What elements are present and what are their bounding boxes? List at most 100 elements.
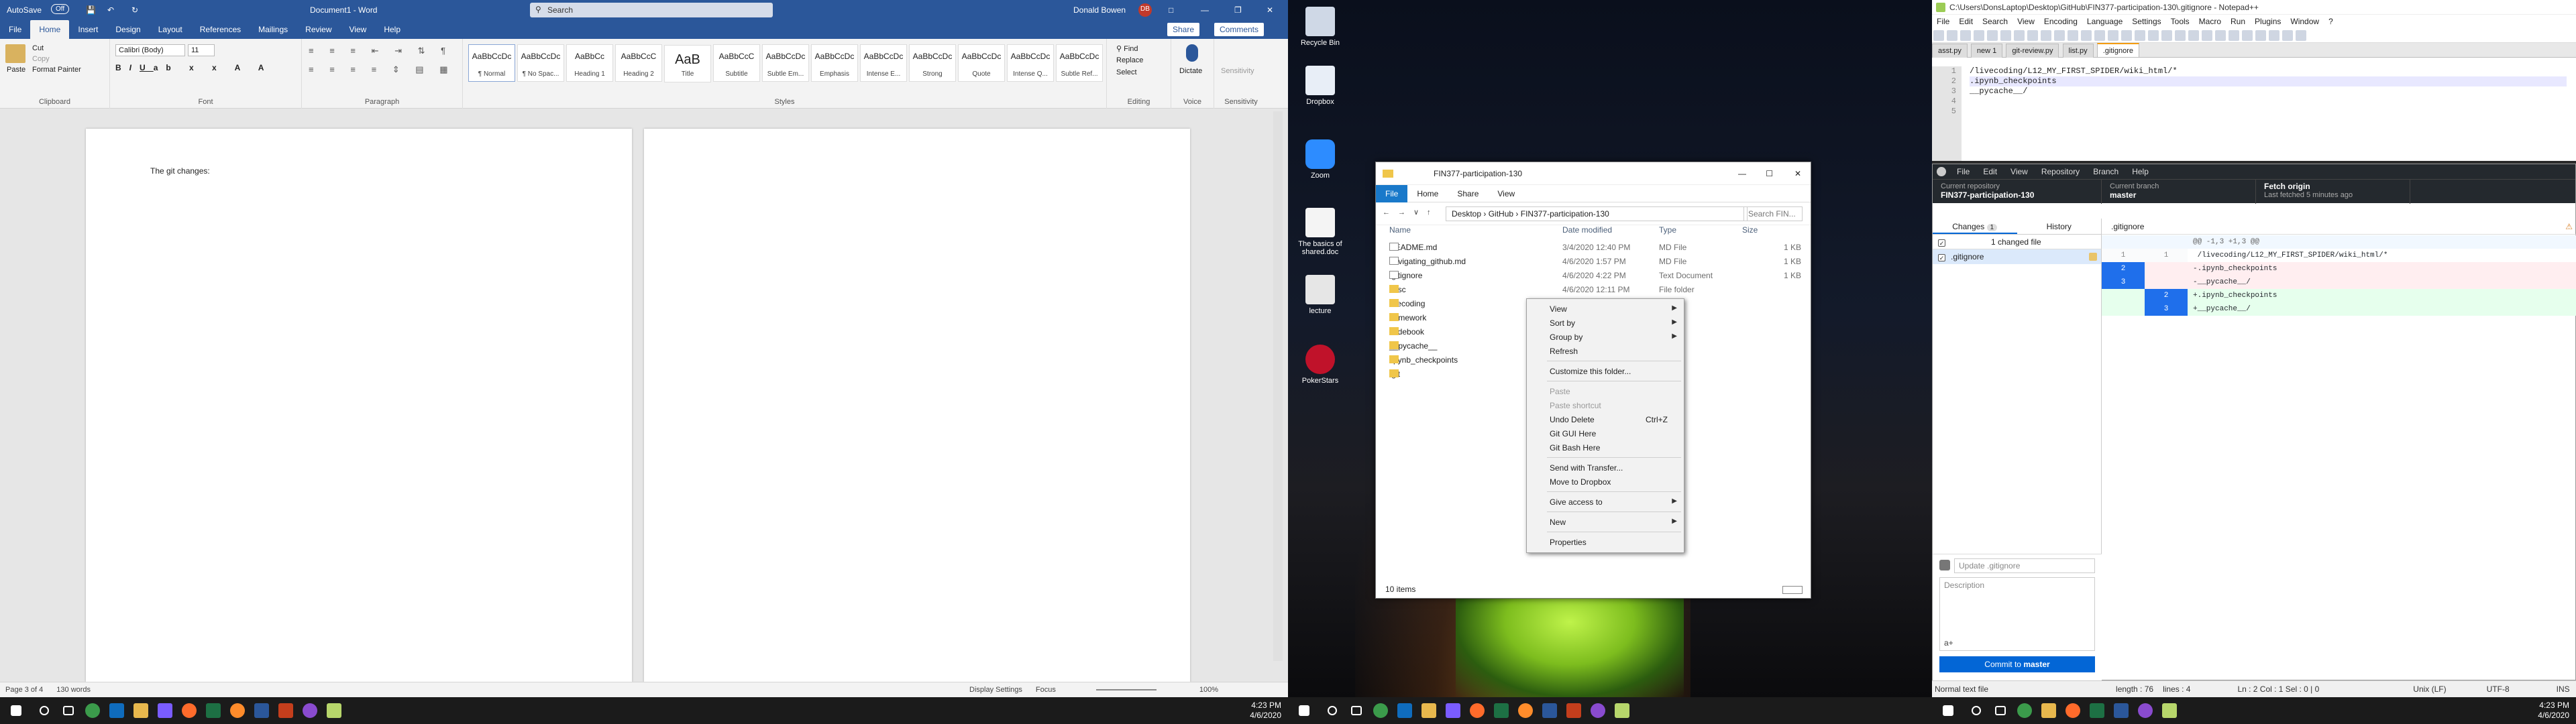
font-format-buttons[interactable]: BIUab x x A A <box>115 63 272 72</box>
npp-menu-macro[interactable]: Macro <box>2194 17 2226 26</box>
col-date[interactable]: Date modified <box>1562 225 1612 235</box>
current-repo-button[interactable]: Current repository FIN377-participation-1… <box>1933 180 2102 204</box>
gh-menu-branch[interactable]: Branch <box>2086 167 2125 176</box>
select-all-checkbox[interactable]: ✓ <box>1938 239 1945 247</box>
task-view-icon[interactable] <box>56 697 80 724</box>
gh-menu-help[interactable]: Help <box>2125 167 2155 176</box>
npp-menu-search[interactable]: Search <box>1978 17 2012 26</box>
chrome-icon[interactable] <box>80 697 105 724</box>
comments-button[interactable]: Comments <box>1214 23 1265 36</box>
document-canvas[interactable]: The git changes: <box>0 109 1288 682</box>
col-size[interactable]: Size <box>1742 225 1758 235</box>
align-buttons[interactable]: ≡ ≡ ≡ ≡ ⇕ ▤ ▦ <box>309 64 454 75</box>
start-icon[interactable] <box>0 697 32 724</box>
select-button[interactable]: Select <box>1116 68 1137 76</box>
context-menu-item[interactable]: Give access to ▶ <box>1527 495 1684 509</box>
menu-mailings[interactable]: Mailings <box>250 25 297 34</box>
breadcrumb-repo[interactable]: FIN377-participation-130 <box>1521 209 1609 219</box>
save-icon[interactable]: 💾 <box>86 5 96 15</box>
chrome-icon[interactable] <box>1368 697 1393 724</box>
firefox2-icon[interactable] <box>1513 697 1538 724</box>
start-icon[interactable] <box>1288 697 1320 724</box>
tab-history[interactable]: History <box>2017 219 2102 234</box>
commit-button[interactable]: Commit to master <box>1939 656 2095 672</box>
zoom-slider[interactable] <box>1095 689 1157 690</box>
npp-menu-plugins[interactable]: Plugins <box>2250 17 2286 26</box>
format-painter-button[interactable]: Format Painter <box>32 66 81 74</box>
file-row[interactable]: navigating_github.md 4/6/2020 1:57 PM MD F… <box>1376 257 1811 271</box>
doc-file-icon[interactable]: The basics of shared.doc <box>1296 208 1344 256</box>
context-menu-item[interactable]: Sort by ▶ <box>1527 316 1684 330</box>
npp-tab[interactable]: list.py <box>2062 44 2094 58</box>
style-8[interactable]: AaBbCcDc Intense E... <box>860 44 907 82</box>
context-menu-item[interactable]: View ▶ <box>1527 302 1684 316</box>
minimize-icon[interactable]: — <box>1738 169 1746 178</box>
style-2[interactable]: AaBbCc Heading 1 <box>566 44 613 82</box>
outlook-icon[interactable] <box>105 697 129 724</box>
explorer-icon[interactable] <box>2037 697 2061 724</box>
context-menu-item[interactable]: Undo Delete Ctrl+Z <box>1527 412 1684 426</box>
style-9[interactable]: AaBbCcDc Strong <box>909 44 956 82</box>
powerpoint-icon[interactable] <box>1562 697 1586 724</box>
ribbon-display-icon[interactable]: □ <box>1169 5 1173 15</box>
clock[interactable]: 4:23 PM 4/6/2020 <box>1250 701 1281 721</box>
menu-design[interactable]: Design <box>107 25 149 34</box>
github-desktop-icon[interactable] <box>298 697 322 724</box>
search-icon[interactable] <box>1320 697 1344 724</box>
context-menu-item[interactable]: Customize this folder... <box>1527 364 1684 378</box>
dropbox-icon[interactable]: Dropbox <box>1296 66 1344 106</box>
diff-line-add[interactable]: 2 +.ipynb_checkpoints <box>2102 289 2576 302</box>
maximize-icon[interactable]: ☐ <box>1766 169 1773 178</box>
context-menu-item[interactable]: New ▶ <box>1527 515 1684 529</box>
word-icon[interactable] <box>2109 697 2133 724</box>
search-icon[interactable] <box>32 697 56 724</box>
firefox-icon[interactable] <box>2061 697 2085 724</box>
context-menu-item[interactable]: Refresh <box>1527 344 1684 358</box>
zoom-icon[interactable]: Zoom <box>1296 139 1344 180</box>
explorer-icon[interactable] <box>1417 697 1441 724</box>
menu-review[interactable]: Review <box>297 25 340 34</box>
style-4[interactable]: AaB Title <box>664 45 711 82</box>
tab-changes[interactable]: Changes 1 <box>1933 219 2017 234</box>
select-all-row[interactable]: ✓ 1 changed file <box>1933 235 2101 249</box>
menu-home[interactable]: Home <box>30 20 70 39</box>
github-desktop-icon[interactable] <box>1586 697 1610 724</box>
current-branch-button[interactable]: Current branch master <box>2102 180 2256 204</box>
excel-icon[interactable] <box>2085 697 2109 724</box>
tab-share[interactable]: Share <box>1448 185 1488 202</box>
npp-menu-tools[interactable]: Tools <box>2166 17 2194 26</box>
diff-line-del[interactable]: 3 -__pycache__/ <box>2102 276 2576 289</box>
display-settings[interactable]: Display Settings <box>969 686 1022 694</box>
menu-references[interactable]: References <box>191 25 250 34</box>
npp-menu-encoding[interactable]: Encoding <box>2039 17 2082 26</box>
diff-line-hunk[interactable]: @@ -1,3 +1,3 @@ <box>2102 235 2576 249</box>
chrome-icon[interactable] <box>2012 697 2037 724</box>
npp-menu-file[interactable]: File <box>1932 17 1954 26</box>
font-name-field[interactable]: Calibri (Body) <box>115 44 185 56</box>
menu-layout[interactable]: Layout <box>150 25 191 34</box>
menu-insert[interactable]: Insert <box>69 25 107 34</box>
dictate-button[interactable]: Dictate <box>1179 67 1202 75</box>
gh-menu-file[interactable]: File <box>1950 167 1976 176</box>
npp-menu-edit[interactable]: Edit <box>1954 17 1978 26</box>
list-buttons[interactable]: ≡ ≡ ≡ ⇤ ⇥ ⇅ ¶ <box>309 46 452 56</box>
npp-tab-active[interactable]: .gitignore <box>2096 43 2139 57</box>
maximize-icon[interactable]: ❐ <box>1234 5 1242 15</box>
cut-button[interactable]: Cut <box>32 44 44 52</box>
address-bar[interactable]: Desktop › GitHub › FIN377-participation-… <box>1446 206 1748 221</box>
explorer-search[interactable]: Search FIN... <box>1743 206 1803 221</box>
sensitivity-button[interactable]: Sensitivity <box>1221 67 1254 75</box>
gh-menu-repository[interactable]: Repository <box>2035 167 2086 176</box>
context-menu-item[interactable]: Properties <box>1527 535 1684 549</box>
minimize-icon[interactable]: — <box>1201 5 1209 15</box>
find-button[interactable]: ⚲ Find <box>1116 44 1138 53</box>
diff-line-add[interactable]: 3 +__pycache__/ <box>2102 302 2576 316</box>
npp-menu-language[interactable]: Language <box>2082 17 2127 26</box>
file-row[interactable]: README.md 3/4/2020 12:40 PM MD File 1 KB <box>1376 243 1811 257</box>
clock[interactable]: 4:23 PM 4/6/2020 <box>2538 701 2569 721</box>
paste-button[interactable]: Paste <box>7 66 25 74</box>
focus-button[interactable]: Focus <box>1036 686 1056 694</box>
style-6[interactable]: AaBbCcDc Subtle Em... <box>762 44 809 82</box>
nav-buttons[interactable]: ←→∨↑ <box>1383 208 1439 217</box>
commit-description-input[interactable]: Description a+ <box>1939 577 2095 651</box>
